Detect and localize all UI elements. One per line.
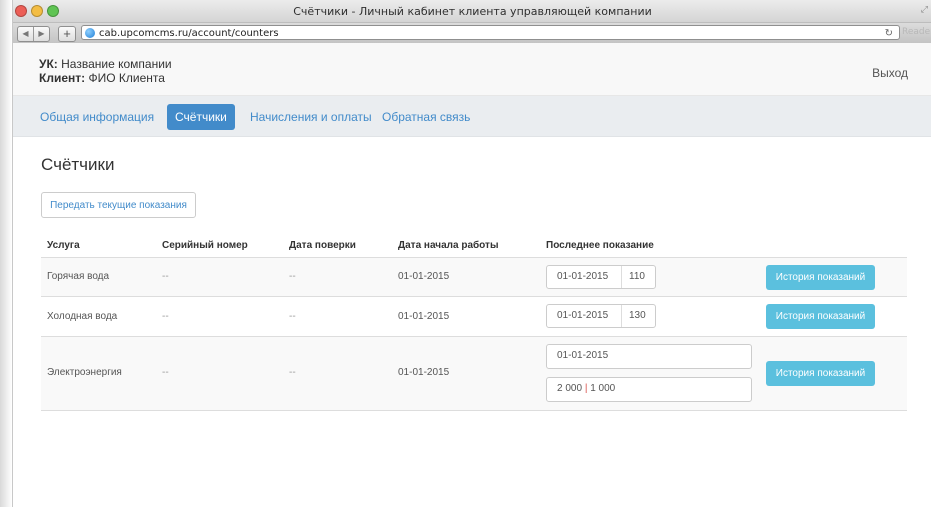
history-nav-buttons: ◀ ▶ [17, 26, 50, 42]
reading-value: 130 [629, 310, 646, 321]
company-name: Название компании [61, 57, 172, 71]
history-button[interactable]: История показаний [766, 361, 875, 386]
serial-number: -- [162, 367, 169, 378]
reading-day-value: 2 000 [557, 383, 583, 394]
reading-tariff-values: 2 000 | 1 000 [547, 378, 615, 400]
service-name: Горячая вода [47, 271, 110, 282]
nav-charges-payments[interactable]: Начисления и оплаты [242, 104, 380, 130]
reading-date: 01-01-2015 [557, 310, 609, 321]
start-date: 01-01-2015 [398, 311, 450, 322]
client-line: Клиент: ФИО Клиента [39, 71, 165, 85]
company-label: УК: [39, 57, 58, 71]
nav-feedback[interactable]: Обратная связь [374, 104, 478, 130]
reading-divider [621, 305, 622, 327]
table-row: Горячая вода -- -- 01-01-2015 01-01-2015… [41, 258, 907, 297]
check-date: -- [289, 367, 296, 378]
reading-date: 01-01-2015 [557, 271, 609, 282]
last-reading: 01-01-2015 110 [546, 265, 656, 289]
reading-date: 01-01-2015 [557, 350, 609, 361]
check-date: -- [289, 271, 296, 282]
col-start-date: Дата начала работы [398, 240, 499, 251]
serial-number: -- [162, 271, 169, 282]
serial-number: -- [162, 311, 169, 322]
add-bookmark-button[interactable]: + [58, 26, 76, 42]
last-reading-tariffs: 2 000 | 1 000 [546, 377, 752, 402]
history-button[interactable]: История показаний [766, 265, 875, 290]
service-name: Холодная вода [47, 311, 118, 322]
nav-general-info[interactable]: Общая информация [32, 104, 162, 130]
browser-window: Счётчики - Личный кабинет клиента управл… [12, 0, 931, 507]
table-header: Услуга Серийный номер Дата поверки Дата … [41, 232, 907, 258]
window-title: Счётчики - Личный кабинет клиента управл… [293, 5, 652, 18]
browser-toolbar: ◀ ▶ + cab.upcomcms.ru/account/counters ↻… [13, 23, 931, 44]
col-service: Услуга [47, 240, 80, 251]
reading-value: 110 [629, 271, 645, 282]
nav-counters[interactable]: Счётчики [167, 104, 235, 130]
reading-night-value: 1 000 [590, 383, 616, 394]
main-nav: Общая информация Счётчики Начисления и о… [13, 96, 931, 137]
col-last-reading: Последнее показание [546, 240, 654, 251]
start-date: 01-01-2015 [398, 367, 450, 378]
company-line: УК: Название компании [39, 57, 172, 71]
client-name: ФИО Клиента [88, 71, 165, 85]
history-button[interactable]: История показаний [766, 304, 875, 329]
logout-link[interactable]: Выход [872, 66, 908, 80]
counters-table: Услуга Серийный номер Дата поверки Дата … [41, 232, 907, 411]
address-bar[interactable]: cab.upcomcms.ru/account/counters ↻ [81, 25, 900, 40]
table-row: Электроэнергия -- -- 01-01-2015 01-01-20… [41, 337, 907, 411]
window-shadow [0, 0, 12, 507]
tariff-separator: | [584, 383, 588, 394]
fullscreen-icon[interactable]: ⤢ [921, 4, 928, 15]
col-serial: Серийный номер [162, 240, 248, 251]
service-name: Электроэнергия [47, 367, 122, 378]
title-bar: Счётчики - Личный кабинет клиента управл… [13, 0, 931, 23]
address-url: cab.upcomcms.ru/account/counters [99, 28, 279, 39]
start-date: 01-01-2015 [398, 271, 450, 282]
site-header: УК: Название компании Клиент: ФИО Клиент… [13, 43, 931, 96]
reading-divider [621, 266, 622, 288]
globe-icon [85, 28, 95, 38]
forward-button[interactable]: ▶ [33, 27, 49, 41]
last-reading-date: 01-01-2015 [546, 344, 752, 369]
table-row: Холодная вода -- -- 01-01-2015 01-01-201… [41, 297, 907, 337]
reader-button[interactable]: Reader [902, 27, 931, 37]
last-reading: 01-01-2015 130 [546, 304, 656, 328]
submit-readings-button[interactable]: Передать текущие показания [41, 192, 196, 218]
col-check-date: Дата поверки [289, 240, 356, 251]
check-date: -- [289, 311, 296, 322]
client-label: Клиент: [39, 71, 86, 85]
reload-icon[interactable]: ↻ [885, 26, 893, 41]
back-button[interactable]: ◀ [18, 27, 33, 41]
page-title: Счётчики [41, 155, 115, 174]
